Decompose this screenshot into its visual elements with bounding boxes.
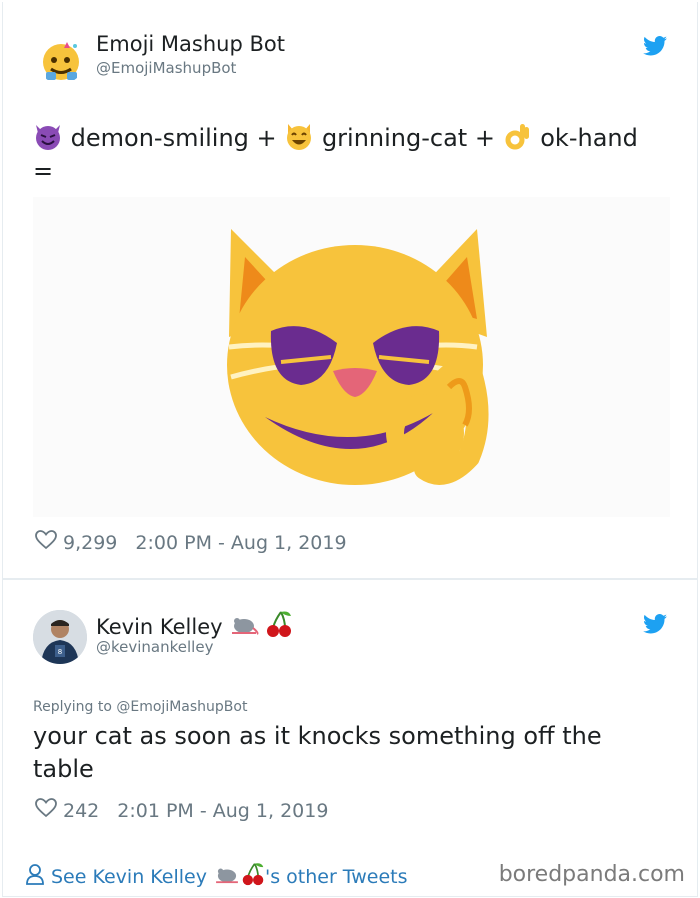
boredpanda-watermark: boredpanda.com	[498, 862, 685, 887]
display-name[interactable]: Emoji Mashup Bot	[96, 32, 285, 56]
display-name-text[interactable]: Kevin Kelley	[96, 615, 223, 639]
ok-hand-icon	[503, 121, 533, 160]
mashup-cat-image[interactable]	[33, 197, 670, 517]
cherries-icon	[241, 862, 265, 891]
cherries-icon	[265, 610, 293, 643]
see-other-tweets-link[interactable]: See Kevin Kelley 's other Tweets	[25, 862, 408, 891]
see-link-suffix[interactable]: 's other Tweets	[265, 866, 408, 888]
twitter-bird-icon[interactable]	[643, 36, 667, 60]
person-icon	[25, 863, 45, 890]
tweet-timestamp[interactable]: 2:00 PM - Aug 1, 2019	[135, 532, 346, 554]
tweet-card-emoji-mashup: Emoji Mashup Bot @EmojiMashupBot demon-s…	[2, 2, 698, 579]
tweet-meta: 9,299 2:00 PM - Aug 1, 2019	[35, 530, 347, 555]
tweet-text: your cat as soon as it knocks something …	[33, 722, 602, 783]
text-demon-smiling: demon-smiling +	[70, 124, 277, 152]
twitter-bird-icon[interactable]	[643, 614, 667, 638]
text-equals: =	[33, 157, 54, 185]
heart-icon[interactable]	[35, 530, 57, 555]
emoji-mashup-bot-avatar[interactable]	[37, 36, 85, 84]
mouse-icon	[213, 864, 241, 889]
heart-icon[interactable]	[35, 798, 57, 823]
grinning-cat-icon	[284, 121, 314, 160]
like-count[interactable]: 242	[63, 800, 99, 822]
text-ok-hand: ok-hand	[540, 124, 638, 152]
svg-text:8: 8	[58, 648, 62, 656]
tweet-card-kevin-kelley: 8 Kevin Kelley @kevinankelley Replying t…	[2, 579, 698, 851]
replying-to[interactable]: Replying to @EmojiMashupBot	[33, 699, 247, 715]
text-grinning-cat: grinning-cat +	[321, 124, 495, 152]
handle[interactable]: @EmojiMashupBot	[96, 59, 236, 77]
tweet-text: demon-smiling + grinning-cat + ok-hand	[33, 121, 638, 160]
see-link-prefix[interactable]: See Kevin Kelley	[51, 866, 207, 888]
kevin-kelley-avatar[interactable]: 8	[33, 610, 87, 664]
like-count[interactable]: 9,299	[63, 532, 117, 554]
mouse-icon	[229, 613, 259, 640]
tweet-footer: See Kevin Kelley 's other Tweets boredpa…	[2, 850, 698, 897]
handle[interactable]: @kevinankelley	[96, 638, 213, 656]
tweet-meta: 242 2:01 PM - Aug 1, 2019	[35, 798, 328, 823]
tweet-timestamp[interactable]: 2:01 PM - Aug 1, 2019	[117, 800, 328, 822]
